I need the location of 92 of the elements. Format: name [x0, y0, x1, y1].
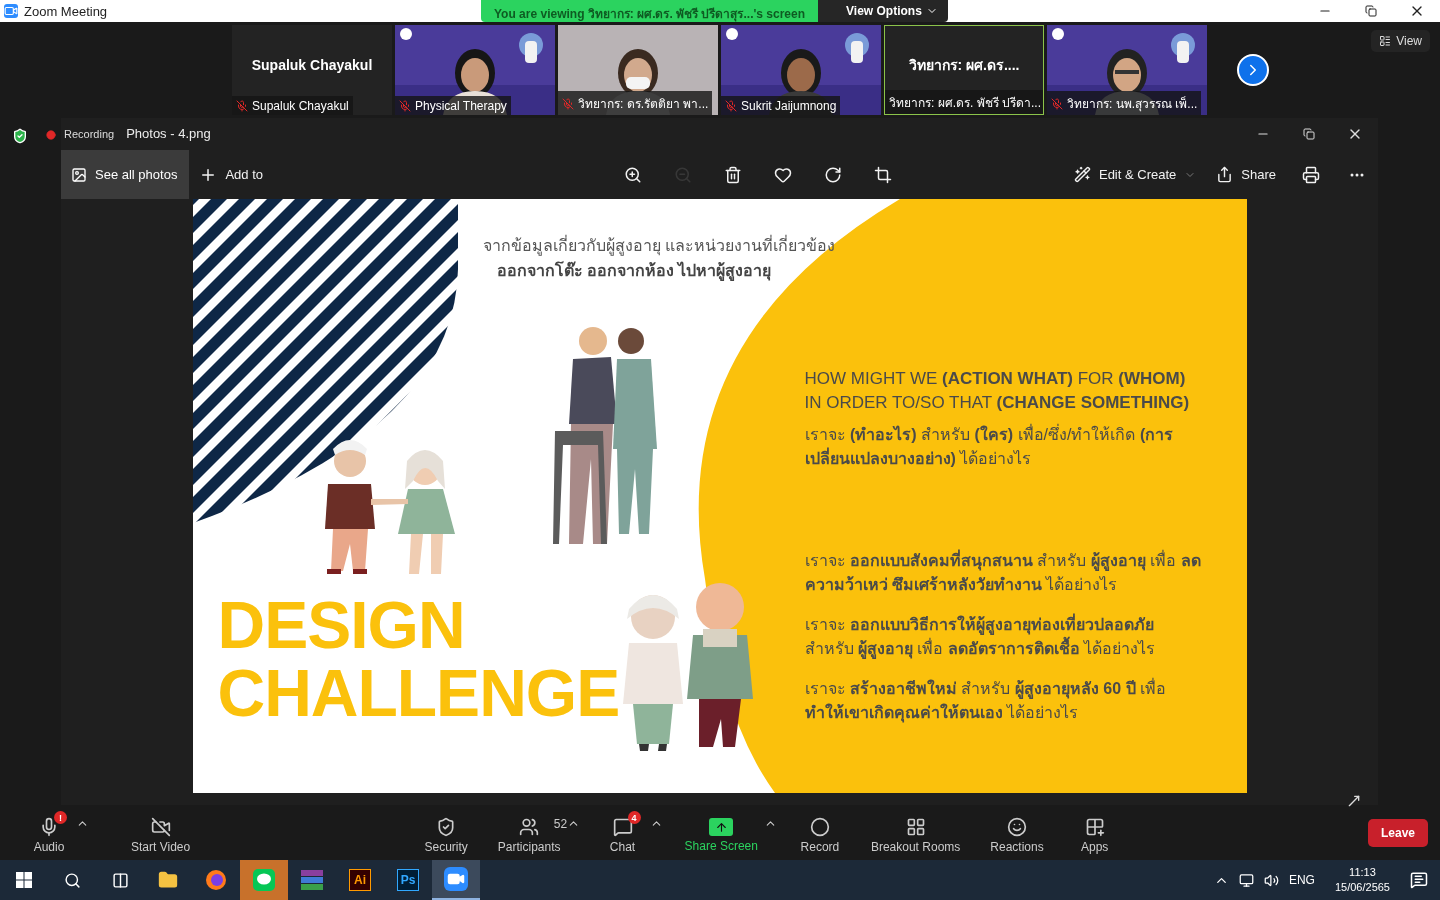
magic-wand-icon [1073, 166, 1091, 183]
participant-label: วิทยากร: ดร.รัตติยา พา... [558, 91, 713, 115]
slide-paragraph: เราจะ สร้างอาชีพใหม่ สำหรับ ผู้สูงอายุหลัง 60 ปี เพื่อ ทำให้เขาเกิดคุณค่าให้ตนเอง ได้อย่างไร [804, 677, 1167, 725]
edit-create-button[interactable]: Edit & Create [1063, 154, 1207, 195]
audio-button[interactable]: ! Audio [24, 811, 74, 854]
muted-mic-icon [562, 97, 574, 110]
participant-name: วิทยากร: ผศ.ดร.... [908, 56, 1020, 75]
breakout-button[interactable]: Breakout Rooms [866, 811, 965, 854]
share-screen-icon [709, 818, 734, 836]
participant-label: Sukrit Jaijumnong [721, 96, 841, 115]
video-camera-icon [444, 867, 468, 891]
participant-tile[interactable]: Sukrit Jaijumnong [721, 25, 881, 115]
grid-icon [905, 817, 926, 837]
participant-label: วิทยากร: ผศ.ดร. พัชรี ปรีดา... [885, 90, 1043, 114]
next-page-button[interactable] [1237, 54, 1269, 86]
participant-count: 52 [553, 817, 568, 831]
slide-title: CHALLENGE [217, 659, 620, 727]
windows-logo-icon [16, 872, 32, 888]
participant-label: Physical Therapy [395, 96, 511, 115]
slide-paragraph: HOW MIGHT WE (ACTION WHAT) FOR (WHOM) IN ORDER TO/SO THAT (CHANGE SOMETHING) [804, 368, 1191, 414]
slide-text: ออกจากโต๊ะ ออกจากห้อง ไปหาผู้สูงอายุ [496, 260, 772, 283]
participant-label: วิทยากร: นพ.สุวรรณ เพ็... [1047, 91, 1202, 115]
chat-button[interactable]: 4 Chat [597, 811, 648, 854]
participant-tile[interactable]: วิทยากร: นพ.สุวรรณ เพ็... [1047, 25, 1207, 115]
share-button[interactable]: Share Screen [680, 812, 762, 853]
photos-title: Photos - 4.png [126, 125, 211, 141]
notification-badge: 4 [627, 811, 641, 824]
record-button[interactable]: Record [794, 811, 845, 854]
participant-tile[interactable]: Physical Therapy [395, 25, 555, 115]
participant-tile[interactable]: Supaluk Chayakul Supaluk Chayakul [232, 25, 392, 115]
slide-paragraph: เราจะ (ทำอะไร) สำหรับ (ใคร) เพื่อ/ซึ่ง/ทำให้เกิด (การเปลี่ยนแปลงบางอย่าง) ได้อย่างไร [804, 423, 1175, 469]
restore-icon [1365, 5, 1377, 17]
participants-button[interactable]: 52 Participants [493, 811, 565, 854]
taskbar-app[interactable]: Ai [336, 860, 384, 900]
people-icon [519, 817, 540, 837]
language-indicator[interactable]: ENG [1288, 873, 1315, 887]
app-logo: Ai [349, 869, 371, 891]
video-off-icon [150, 817, 171, 837]
archive-icon [301, 870, 323, 890]
muted-mic-icon [725, 100, 737, 112]
clock[interactable]: 11:13 15/06/2565 [1334, 865, 1390, 895]
video-camera-icon [4, 4, 18, 18]
share-icon [1216, 166, 1234, 183]
reactions-button[interactable]: Reactions [986, 811, 1048, 854]
participant-tile[interactable]: วิทยากร: ผศ.ดร.... วิทยากร: ผศ.ดร. พัชรี ปรีดา... [884, 25, 1044, 115]
image-icon [71, 166, 87, 183]
video-button[interactable]: Start Video [127, 811, 195, 854]
participant-tile[interactable]: วิทยากร: ดร.รัตติยา พา... [558, 25, 718, 115]
more-icon [1350, 172, 1364, 177]
printer-icon [1302, 165, 1320, 184]
shield-icon [436, 817, 457, 837]
app-logo: Ps [397, 869, 419, 891]
slide-text: จากข้อมูลเกี่ยวกับผู้สูงอายุ และหน่วยงานที่เกี่ยวข้อง [482, 234, 835, 258]
recording-label: Recording [64, 128, 115, 140]
view-options-button[interactable]: View Options [818, 0, 948, 22]
window-title: Zoom Meeting [24, 3, 108, 19]
taskbar-app[interactable]: Ps [384, 860, 432, 900]
muted-mic-icon [399, 100, 411, 112]
microphone-icon [39, 817, 59, 837]
apps-icon [1084, 817, 1105, 837]
chat-app-icon [253, 869, 275, 891]
browser-icon [205, 869, 227, 891]
search-icon [63, 871, 81, 889]
record-icon [809, 817, 830, 837]
layout-icon [1379, 35, 1392, 47]
muted-mic-icon [1051, 97, 1063, 110]
participant-name: Supaluk Chayakul [251, 57, 373, 73]
restore-icon [1303, 128, 1315, 140]
leave-button[interactable]: Leave [1368, 818, 1428, 847]
muted-mic-icon [236, 100, 248, 112]
see-all-photos-button[interactable]: See all photos [61, 150, 190, 199]
view-button[interactable]: View [1371, 30, 1430, 52]
task-view-icon [111, 871, 129, 889]
folder-icon [158, 870, 178, 890]
notifications-icon [1410, 871, 1428, 889]
network-icon [1238, 872, 1254, 888]
apps-button[interactable]: Apps [1069, 811, 1120, 854]
volume-icon [1263, 872, 1279, 888]
slide-paragraph: เราจะ ออกแบบวิธีการให้ผู้สูงอายุท่องเที่ยวปลอดภัย สำหรับ ผู้สูงอายุ เพื่อ ลดอัตราการติดเชื้อ ได้อย่างไร [804, 613, 1205, 661]
add-to-button[interactable]: Add to [189, 154, 273, 195]
notification-badge: ! [54, 811, 67, 824]
smiley-icon [1007, 817, 1027, 837]
share-button[interactable]: Share [1206, 154, 1286, 195]
security-button[interactable]: Security [420, 811, 472, 854]
participant-label: Supaluk Chayakul [232, 96, 353, 115]
shield-icon [12, 128, 28, 144]
chat-icon [612, 817, 633, 837]
taskbar-app[interactable] [432, 860, 480, 900]
recording-icon [46, 130, 56, 140]
slide-title: DESIGN [217, 591, 466, 659]
screen-share-banner: You are viewing วิทยากร: ผศ.ดร. พัชรี ปรีดาสุร...'s screen [481, 0, 819, 22]
slide-paragraph: เราจะ ออกแบบสังคมที่สนุกสนาน สำหรับ ผู้สูงอายุ เพื่อ ลดความว้าเหว่ ซึมเศร้าหลังวัยทำงาน ได้อย่างไร [804, 549, 1205, 597]
